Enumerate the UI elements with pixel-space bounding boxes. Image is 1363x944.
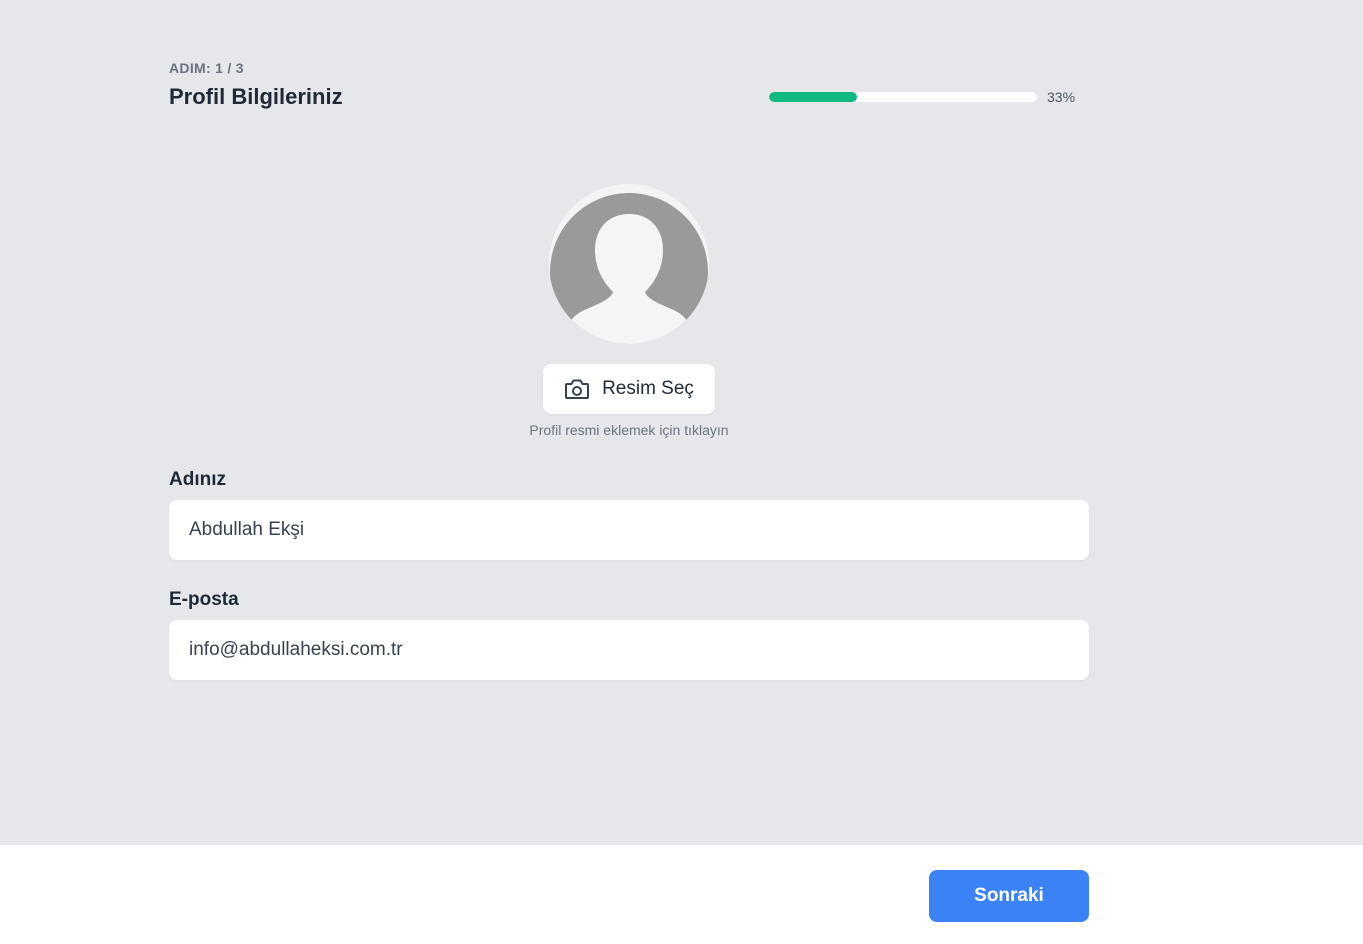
name-label: Adınız <box>169 469 226 490</box>
avatar[interactable] <box>549 184 709 344</box>
select-image-button[interactable]: Resim Seç <box>543 364 715 414</box>
progress-bar-fill <box>769 92 858 102</box>
next-button[interactable]: Sonraki <box>929 870 1089 922</box>
progress-bar <box>769 92 1037 102</box>
email-label: E-posta <box>169 589 239 610</box>
main-area: ADIM: 1 / 3 Profil Bilgileriniz 33% Resi… <box>0 0 1363 845</box>
onboarding-page: ADIM: 1 / 3 Profil Bilgileriniz 33% Resi… <box>0 0 1363 944</box>
progress-percent: 33% <box>1047 89 1076 105</box>
email-input[interactable] <box>169 620 1089 680</box>
select-image-label: Resim Seç <box>602 378 694 399</box>
user-silhouette-icon <box>549 184 709 344</box>
avatar-hint: Profil resmi eklemek için tıklayın <box>529 422 729 438</box>
name-input[interactable] <box>169 500 1089 560</box>
camera-icon <box>564 378 590 400</box>
page-title: Profil Bilgileriniz <box>169 84 343 109</box>
step-indicator: ADIM: 1 / 3 <box>169 60 244 76</box>
